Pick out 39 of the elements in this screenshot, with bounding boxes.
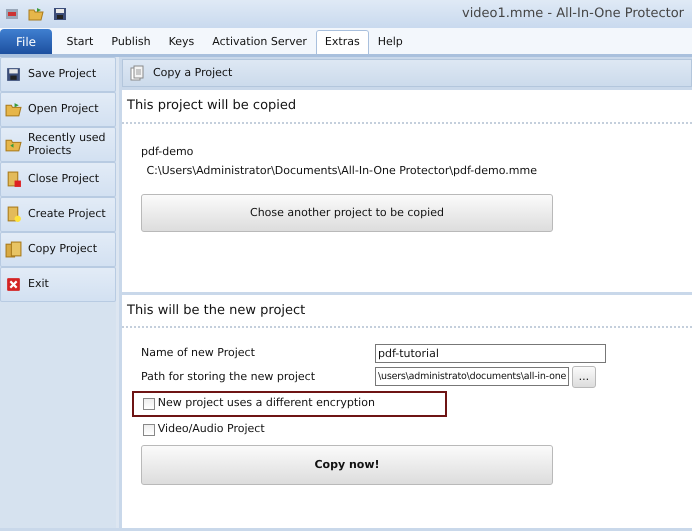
app-icon[interactable] — [4, 6, 20, 22]
folder-icon — [5, 101, 22, 118]
input-field[interactable]: pdf-tutorial — [375, 344, 606, 363]
file-button[interactable]: File — [0, 29, 52, 54]
field-label: Name of new Project — [141, 345, 256, 362]
ribbon-tab[interactable]: Start — [58, 30, 102, 54]
close-icon — [5, 276, 22, 293]
sidebar-item[interactable]: Open Project — [0, 92, 116, 127]
ribbon-tab[interactable]: Extras — [316, 30, 369, 54]
document-icon — [5, 171, 22, 188]
documents-icon — [5, 241, 22, 258]
checkbox[interactable] — [143, 398, 155, 410]
sidebar-item[interactable]: Recently used Proiects — [0, 127, 116, 162]
window-title: video1.mme - All-In-One Protector — [462, 5, 685, 24]
choose-project-button[interactable]: Chose another project to be copied — [141, 194, 553, 232]
sidebar-item[interactable]: Create Project — [0, 197, 116, 232]
document-icon — [5, 206, 22, 223]
copy-now-button[interactable]: Copy now! — [141, 445, 553, 486]
folder-icon[interactable] — [28, 6, 44, 22]
browse-button[interactable]: ... — [572, 366, 596, 388]
input-field[interactable]: \users\administrato\documents\all-in-one — [375, 367, 570, 386]
ribbon-tab[interactable]: Activation Server — [203, 30, 316, 54]
project-name: pdf-demo — [141, 144, 194, 160]
checkbox-label[interactable]: Video/Audio Project — [158, 421, 265, 438]
field-label: Path for storing the new project — [141, 368, 316, 384]
checkbox-label[interactable]: New project uses a different encryption — [158, 395, 375, 412]
section-heading: This project will be copied — [122, 90, 692, 124]
documents-icon — [129, 65, 145, 81]
project-path: C:\Users\Administrator\Documents\All-In-One Protector\pdf-demo.mme — [146, 162, 538, 179]
sidebar-item[interactable]: Copy Project — [0, 232, 116, 267]
sidebar-item[interactable]: Save Project — [0, 57, 116, 92]
panel-title: Copy a Project — [153, 64, 232, 81]
checkbox[interactable] — [143, 424, 155, 436]
sidebar-item[interactable]: Exit — [0, 267, 116, 302]
sidebar-item[interactable]: Close Project — [0, 162, 116, 197]
ribbon-tab[interactable]: Publish — [102, 30, 160, 54]
section-heading: This will be the new project — [122, 294, 692, 328]
ribbon-tab[interactable]: Keys — [160, 30, 204, 54]
ribbon-tab[interactable]: Help — [368, 30, 412, 54]
